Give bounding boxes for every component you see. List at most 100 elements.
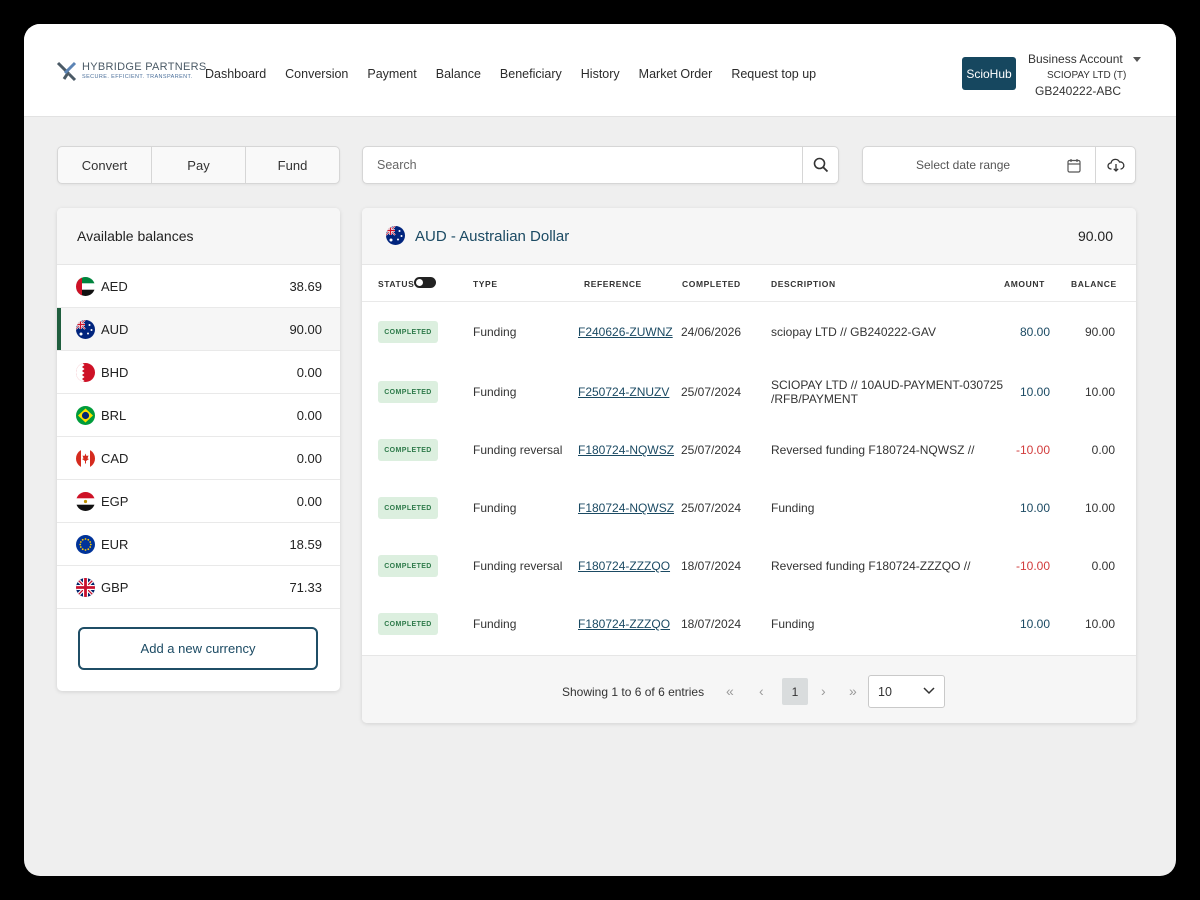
row-reference-link[interactable]: F240626-ZUWNZ: [578, 325, 673, 339]
currency-code: EGP: [101, 493, 129, 509]
row-description: Reversed funding F180724-NQWSZ //: [771, 443, 975, 457]
page-number-button[interactable]: 1: [782, 678, 808, 705]
balance-row-aed[interactable]: AED 38.69: [57, 265, 340, 308]
currency-code: BRL: [101, 407, 127, 423]
table-row[interactable]: COMPLETED Funding reversal F180724-ZZZQO…: [362, 537, 1136, 595]
search-button[interactable]: [802, 147, 838, 183]
row-reference-link[interactable]: F250724-ZNUZV: [578, 385, 669, 399]
download-button[interactable]: [1095, 147, 1135, 183]
row-balance: 10.00: [1084, 501, 1115, 515]
nav-request-top-up[interactable]: Request top up: [731, 67, 816, 81]
currency-code: CAD: [101, 450, 129, 466]
row-type: Funding reversal: [473, 559, 563, 573]
currency-code: AUD: [101, 321, 129, 337]
pay-button[interactable]: Pay: [152, 147, 246, 183]
row-amount: 10.00: [1019, 617, 1050, 631]
date-range-picker: Select date range: [862, 146, 1136, 184]
status-badge: COMPLETED: [378, 439, 438, 461]
account-id: GB240222-ABC: [1035, 84, 1122, 98]
last-page-icon[interactable]: »: [849, 683, 857, 699]
action-buttons: Convert Pay Fund: [57, 146, 340, 184]
balance-row-egp[interactable]: EGP 0.00: [57, 480, 340, 523]
account-title: Business Account: [1028, 52, 1123, 66]
row-type: Funding: [473, 617, 517, 631]
currency-amount: 90.00: [289, 321, 322, 337]
row-description: Funding: [771, 617, 815, 631]
row-reference-link[interactable]: F180724-NQWSZ: [578, 501, 674, 515]
header-balance: BALANCE: [1071, 279, 1117, 289]
table-row[interactable]: COMPLETED Funding F240626-ZUWNZ 24/06/20…: [362, 303, 1136, 361]
header-type: TYPE: [473, 279, 498, 289]
nav-conversion[interactable]: Conversion: [285, 67, 348, 81]
row-completed-date: 25/07/2024: [681, 443, 742, 457]
row-balance: 0.00: [1091, 443, 1115, 457]
eu-flag-icon: [76, 534, 95, 554]
row-completed-date: 18/07/2024: [681, 559, 742, 573]
next-page-icon[interactable]: ›: [821, 683, 826, 699]
balances-title: Available balances: [57, 208, 340, 265]
balance-row-gbp[interactable]: GBP 71.33: [57, 566, 340, 609]
currency-amount: 18.59: [289, 536, 322, 552]
nav-dashboard[interactable]: Dashboard: [205, 67, 266, 81]
date-range-placeholder: Select date range: [916, 158, 1011, 172]
balance-row-cad[interactable]: CAD 0.00: [57, 437, 340, 480]
row-reference-link[interactable]: F180724-ZZZQO: [578, 617, 670, 631]
nav-beneficiary[interactable]: Beneficiary: [500, 67, 562, 81]
convert-button[interactable]: Convert: [58, 147, 152, 183]
row-completed-date: 18/07/2024: [681, 617, 742, 631]
row-reference-link[interactable]: F180724-NQWSZ: [578, 443, 674, 457]
add-currency-button[interactable]: Add a new currency: [78, 627, 318, 670]
search-input[interactable]: [363, 147, 802, 183]
uk-flag-icon: [76, 577, 95, 597]
row-amount: 10.00: [1019, 501, 1050, 515]
nav-balance[interactable]: Balance: [436, 67, 481, 81]
sciohub-button[interactable]: ScioHub: [962, 57, 1016, 90]
prev-page-icon[interactable]: ‹: [759, 683, 764, 699]
fund-button[interactable]: Fund: [246, 147, 339, 183]
australia-flag-icon: [76, 319, 95, 339]
row-amount: 80.00: [1019, 325, 1050, 339]
currency-amount: 38.69: [289, 278, 322, 294]
currency-amount: 0.00: [296, 407, 322, 423]
currency-code: EUR: [101, 536, 129, 552]
calendar-icon: [1067, 159, 1081, 173]
balance-row-brl[interactable]: BRL 0.00: [57, 394, 340, 437]
table-row[interactable]: COMPLETED Funding F250724-ZNUZV 25/07/20…: [362, 363, 1136, 421]
nav-market-order[interactable]: Market Order: [639, 67, 713, 81]
row-reference-link[interactable]: F180724-ZZZQO: [578, 559, 670, 573]
date-range-field[interactable]: Select date range: [863, 147, 1095, 183]
transactions-panel: AUD - Australian Dollar 90.00 STATUS TYP…: [362, 208, 1136, 723]
brazil-flag-icon: [76, 405, 95, 425]
status-badge: COMPLETED: [378, 497, 438, 519]
header-completed: COMPLETED: [682, 279, 741, 289]
table-row[interactable]: COMPLETED Funding reversal F180724-NQWSZ…: [362, 421, 1136, 479]
balance-row-bhd[interactable]: BHD 0.00: [57, 351, 340, 394]
nav-payment[interactable]: Payment: [367, 67, 416, 81]
table-row[interactable]: COMPLETED Funding F180724-NQWSZ 25/07/20…: [362, 479, 1136, 537]
balance-row-eur[interactable]: EUR 18.59: [57, 523, 340, 566]
row-completed-date: 24/06/2026: [681, 325, 742, 339]
brand-tagline: SECURE. EFFICIENT. TRANSPARENT.: [82, 73, 193, 80]
currency-code: GBP: [101, 579, 129, 595]
first-page-icon[interactable]: «: [726, 683, 734, 699]
row-amount: -10.00: [1015, 443, 1050, 457]
account-menu[interactable]: Business Account SCIOPAY LTD (T) GB24022…: [1028, 52, 1148, 98]
balance-row-aud[interactable]: AUD 90.00: [57, 308, 340, 351]
table-row[interactable]: COMPLETED Funding F180724-ZZZQO 18/07/20…: [362, 595, 1136, 653]
page-size-select[interactable]: 10: [868, 675, 945, 708]
pagination-info: Showing 1 to 6 of 6 entries: [562, 685, 705, 699]
nav-history[interactable]: History: [581, 67, 620, 81]
main-nav: Dashboard Conversion Payment Balance Ben…: [205, 67, 835, 81]
row-completed-date: 25/07/2024: [681, 385, 742, 399]
row-amount: -10.00: [1015, 559, 1050, 573]
header-status: STATUS: [378, 279, 415, 289]
row-type: Funding: [473, 325, 517, 339]
row-balance: 10.00: [1084, 617, 1115, 631]
brand-logo[interactable]: HYBRIDGE PARTNERS SECURE. EFFICIENT. TRA…: [56, 60, 207, 82]
row-description: Funding: [771, 501, 815, 515]
status-badge: COMPLETED: [378, 321, 438, 343]
row-type: Funding reversal: [473, 443, 563, 457]
row-type: Funding: [473, 501, 517, 515]
status-toggle[interactable]: [414, 277, 436, 288]
chevron-down-icon: [923, 687, 935, 695]
